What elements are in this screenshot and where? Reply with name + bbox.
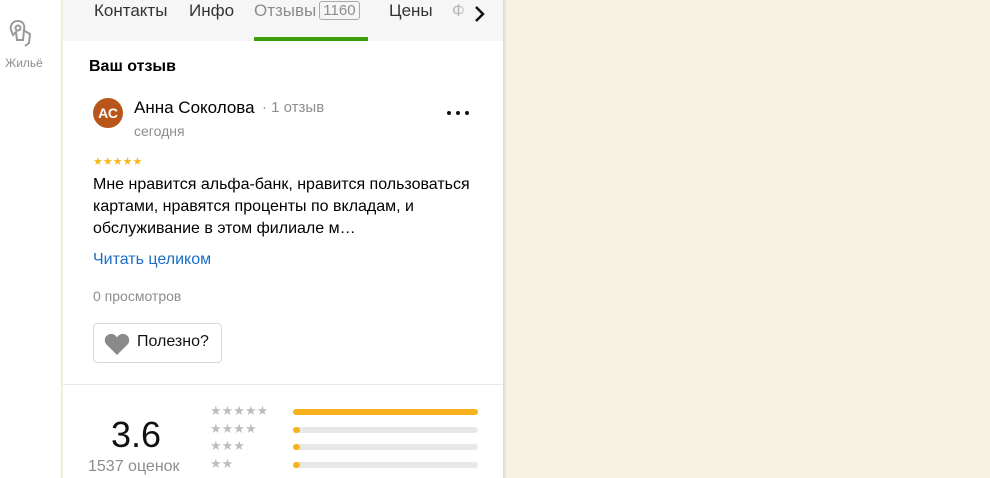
distribution-bar-track	[293, 409, 478, 415]
distribution-bar-fill	[293, 427, 301, 433]
read-full-review-link[interactable]: Читать целиком	[93, 251, 211, 269]
review-date: сегодня	[134, 123, 185, 139]
distribution-bar-track	[293, 444, 478, 450]
review-text: Мне нравится альфа-банк, нравится пользо…	[93, 176, 470, 237]
tab-info-label: Инфо	[189, 1, 235, 20]
your-review-heading: Ваш отзыв	[89, 58, 176, 75]
review-more-button[interactable]	[444, 102, 472, 124]
tab-reviews[interactable]: Отзывы 1160	[254, 1, 360, 41]
chevron-right-icon	[475, 6, 485, 22]
map-area[interactable]	[507, 0, 990, 478]
rating-distribution-row-5[interactable]: ★★★★★	[210, 403, 480, 418]
active-tab-indicator	[254, 37, 368, 41]
heart-icon	[104, 333, 130, 355]
tab-prices-label: Цены	[389, 1, 433, 20]
distribution-bar-fill	[293, 444, 301, 450]
helpful-button[interactable]: Полезно?	[93, 323, 222, 363]
distribution-bar-track	[293, 427, 478, 433]
rating-distribution-row-3[interactable]: ★★★	[210, 438, 480, 453]
housing-icon	[9, 19, 32, 47]
distribution-stars-label: ★★★★★	[210, 403, 269, 418]
left-rail: Жильё	[0, 0, 62, 478]
tab-info[interactable]: Инфо	[189, 1, 234, 41]
rail-item-housing[interactable]: Жильё	[0, 18, 62, 70]
review-author-name[interactable]: Анна Соколова	[134, 98, 255, 118]
distribution-stars-label: ★★★	[210, 438, 245, 453]
distribution-bar-fill	[293, 409, 478, 415]
review-author-meta: · 1 отзыв	[262, 99, 325, 116]
rating-score: 3.6	[111, 414, 162, 455]
rating-count: 1537 оценок	[88, 458, 180, 475]
organization-panel: Контакты Инфо Отзывы1160 Цены Ф Ваш отзы…	[63, 0, 503, 478]
review-rating-stars: ★★★★★	[93, 156, 143, 168]
distribution-bar-fill	[293, 462, 301, 468]
rail-item-housing-label: Жильё	[5, 56, 43, 70]
rating-distribution-row-2[interactable]: ★★	[210, 456, 480, 471]
tab-prices[interactable]: Цены	[389, 1, 433, 41]
distribution-stars-label: ★★	[210, 456, 234, 471]
tab-contacts-label: Контакты	[94, 1, 168, 20]
tab-reviews-label: Отзывы	[254, 1, 317, 20]
rating-distribution-row-4[interactable]: ★★★★	[210, 421, 480, 436]
distribution-bar-track	[293, 462, 478, 468]
tab-bar: Контакты Инфо Отзывы1160 Цены Ф	[63, 0, 503, 41]
reviews-count-badge: 1160	[319, 1, 360, 20]
tab-contacts[interactable]: Контакты	[94, 1, 167, 41]
distribution-stars-label: ★★★★	[210, 421, 257, 436]
review-views-count: 0 просмотров	[93, 288, 182, 304]
helpful-button-label: Полезно?	[137, 333, 209, 350]
section-divider	[63, 384, 503, 385]
tabs-scroll-next-button[interactable]	[459, 0, 503, 41]
avatar[interactable]: АС	[93, 98, 123, 128]
